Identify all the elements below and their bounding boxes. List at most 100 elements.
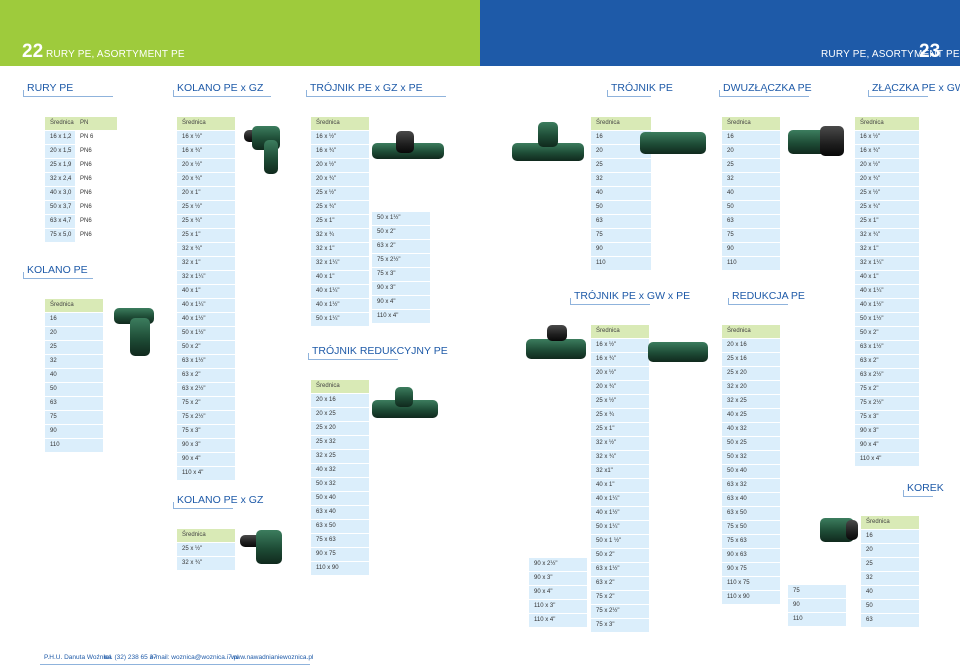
table-row: 50 x 1¼" xyxy=(591,520,649,535)
table-row: 32 x ¾" xyxy=(591,450,649,465)
table-cell: 110 x 4" xyxy=(529,613,587,628)
table-cell: 16 x ½" xyxy=(855,130,919,145)
table-cell: 25 x ½" xyxy=(591,394,649,409)
table-row: 40 x 3,0 PN6 xyxy=(45,186,117,201)
table-row: 110 xyxy=(591,256,651,271)
table-row: 75 x 2½" xyxy=(855,396,919,411)
trojnik-red-fitting-image-2 xyxy=(395,387,413,407)
table-row: 20 xyxy=(45,326,103,341)
table-cell: 40 xyxy=(861,585,919,600)
table-row: 25 x ½" xyxy=(591,394,649,409)
korek-table-a: 75 90 110 xyxy=(788,585,846,627)
table-row: 90 x 3" xyxy=(855,424,919,439)
table-header-cell: Średnica xyxy=(722,117,780,131)
table-cell: 25 x ½" xyxy=(177,542,235,557)
table-row: 40 xyxy=(861,585,919,600)
table-cell: 75 x 50 xyxy=(722,520,780,535)
table-row: 75 x 2½" xyxy=(177,410,235,425)
table-cell: 32 x 1" xyxy=(311,242,369,257)
table-row: 20 x ½" xyxy=(855,158,919,173)
trojnik-gw-heading-rule-tick xyxy=(570,298,571,304)
table-row: 40 xyxy=(45,368,103,383)
table-cell: 75 x 2" xyxy=(855,382,919,397)
korek-table-b: Średnica 16 20 25 32 40 50 63 xyxy=(861,516,919,628)
table-cell: 16 xyxy=(861,529,919,544)
table-header-cell: Średnica xyxy=(45,299,103,313)
table-cell: 40 x 1¼" xyxy=(311,284,369,299)
table-row: 90 xyxy=(788,598,846,613)
table-row: 90 x 4" xyxy=(855,438,919,453)
table-cell: 25 x 1" xyxy=(591,422,649,437)
table-row: 25 x ¾" xyxy=(311,200,369,215)
table-row: 63 xyxy=(45,396,103,411)
table-cell: 90 x 75 xyxy=(311,547,369,562)
table-cell: 90 x 4" xyxy=(372,295,430,310)
table-cell: 32 x 25 xyxy=(722,394,780,409)
table-row: 25 x 20 xyxy=(311,421,369,436)
table-row: 90 x 3" xyxy=(372,281,430,296)
table-row: 40 x 1¼" xyxy=(855,284,919,299)
table-cell: 63 x 1½" xyxy=(855,340,919,355)
table-header-cell: Średnica xyxy=(591,325,649,339)
table-cell: 32 x 1¼" xyxy=(311,256,369,271)
table-cell: 75 x 2" xyxy=(591,590,649,605)
table-row: 32 x ¾" xyxy=(177,556,235,571)
table-row: 40 x 32 xyxy=(311,463,369,478)
table-row: 50 x 3,7 PN6 xyxy=(45,200,117,215)
table-row: 75 x 2" xyxy=(855,382,919,397)
footer-email[interactable]: e-mail: woznica@woznica.i7.pl xyxy=(150,654,239,662)
table-cell: 25 xyxy=(45,340,103,355)
table-row: 32 x 1¼" xyxy=(311,256,369,271)
table-row: 110 x 4" xyxy=(855,452,919,467)
table-cell: 63 xyxy=(45,396,103,411)
table-cell: 32 x 1" xyxy=(855,242,919,257)
table-row: 32 xyxy=(722,172,780,187)
left-page-number: 22 xyxy=(22,41,44,62)
table-row: 50 x 40 xyxy=(311,491,369,506)
table-row: 20 x 16 xyxy=(311,393,369,408)
kolano-gz-heading-2-rule xyxy=(173,508,233,509)
table-row: 20 x ¾" xyxy=(177,172,235,187)
table-cell: 32 x ¾" xyxy=(177,242,235,257)
table-cell: 63 x 2½" xyxy=(177,382,235,397)
table-cell: 110 xyxy=(45,438,103,453)
table-row: 16 x ½" xyxy=(311,130,369,145)
table-cell: 50 x 2" xyxy=(591,548,649,563)
rury-pe-heading-rule xyxy=(23,96,113,97)
table-cell: 63 xyxy=(861,613,919,628)
trojnik-gz-table-b: 50 x 1½" 50 x 2" 63 x 2" 75 x 2½" 75 x 3" 90 … xyxy=(372,212,430,324)
table-cell: 32 x ¾" xyxy=(855,228,919,243)
table-row: 25 x ¾ xyxy=(591,408,649,423)
right-page-number: 23 xyxy=(919,41,941,62)
table-row: 90 x 75 xyxy=(722,562,780,577)
table-row: 110 xyxy=(45,438,103,453)
table-cell: 20 xyxy=(45,326,103,341)
redukcja-heading: REDUKCJA PE xyxy=(732,290,805,302)
footer-website[interactable]: www.nawadnianiewoznica.pl xyxy=(231,654,313,662)
table-row: 50 x 2" xyxy=(177,340,235,355)
trojnik-gw-table-b: Średnica 16 x ½" 16 x ¾" 20 x ½" 20 x ¾" 25 x… xyxy=(591,325,649,633)
table-cell: 75 xyxy=(45,410,103,425)
table-cell: 63 x 32 xyxy=(722,478,780,493)
table-row: 16 x 1,2 PN 6 xyxy=(45,130,117,145)
table-row: 63 xyxy=(861,613,919,628)
table-row: 90 x 2½" xyxy=(529,558,587,572)
table-cell: 25 xyxy=(861,557,919,572)
table-cell: 25 x ½" xyxy=(311,186,369,201)
table-cell: 75 xyxy=(722,228,780,243)
rury-pe-heading-rule-tick xyxy=(23,90,24,96)
table-row: 25 x 1" xyxy=(855,214,919,229)
table-row: 20 x 25 xyxy=(311,407,369,422)
table-row: 16 x ½" xyxy=(177,130,235,145)
korek-heading-rule xyxy=(903,496,933,497)
table-row: 20 x ½" xyxy=(591,366,649,381)
table-cell: 110 xyxy=(591,256,651,271)
table-row: 20 x ¾" xyxy=(311,172,369,187)
table-cell: 16 x ½" xyxy=(591,338,649,353)
table-cell: 75 x 63 xyxy=(722,534,780,549)
redukcja-table: Średnica 20 x 16 25 x 16 25 x 20 32 x 20 32 x… xyxy=(722,325,780,605)
trojnik-red-table: Średnica 20 x 16 20 x 25 25 x 20 25 x 32 32 x… xyxy=(311,380,369,576)
table-cell: 20 xyxy=(861,543,919,558)
table-row: 40 x 1" xyxy=(591,478,649,493)
table-cell: PN6 xyxy=(75,158,117,173)
